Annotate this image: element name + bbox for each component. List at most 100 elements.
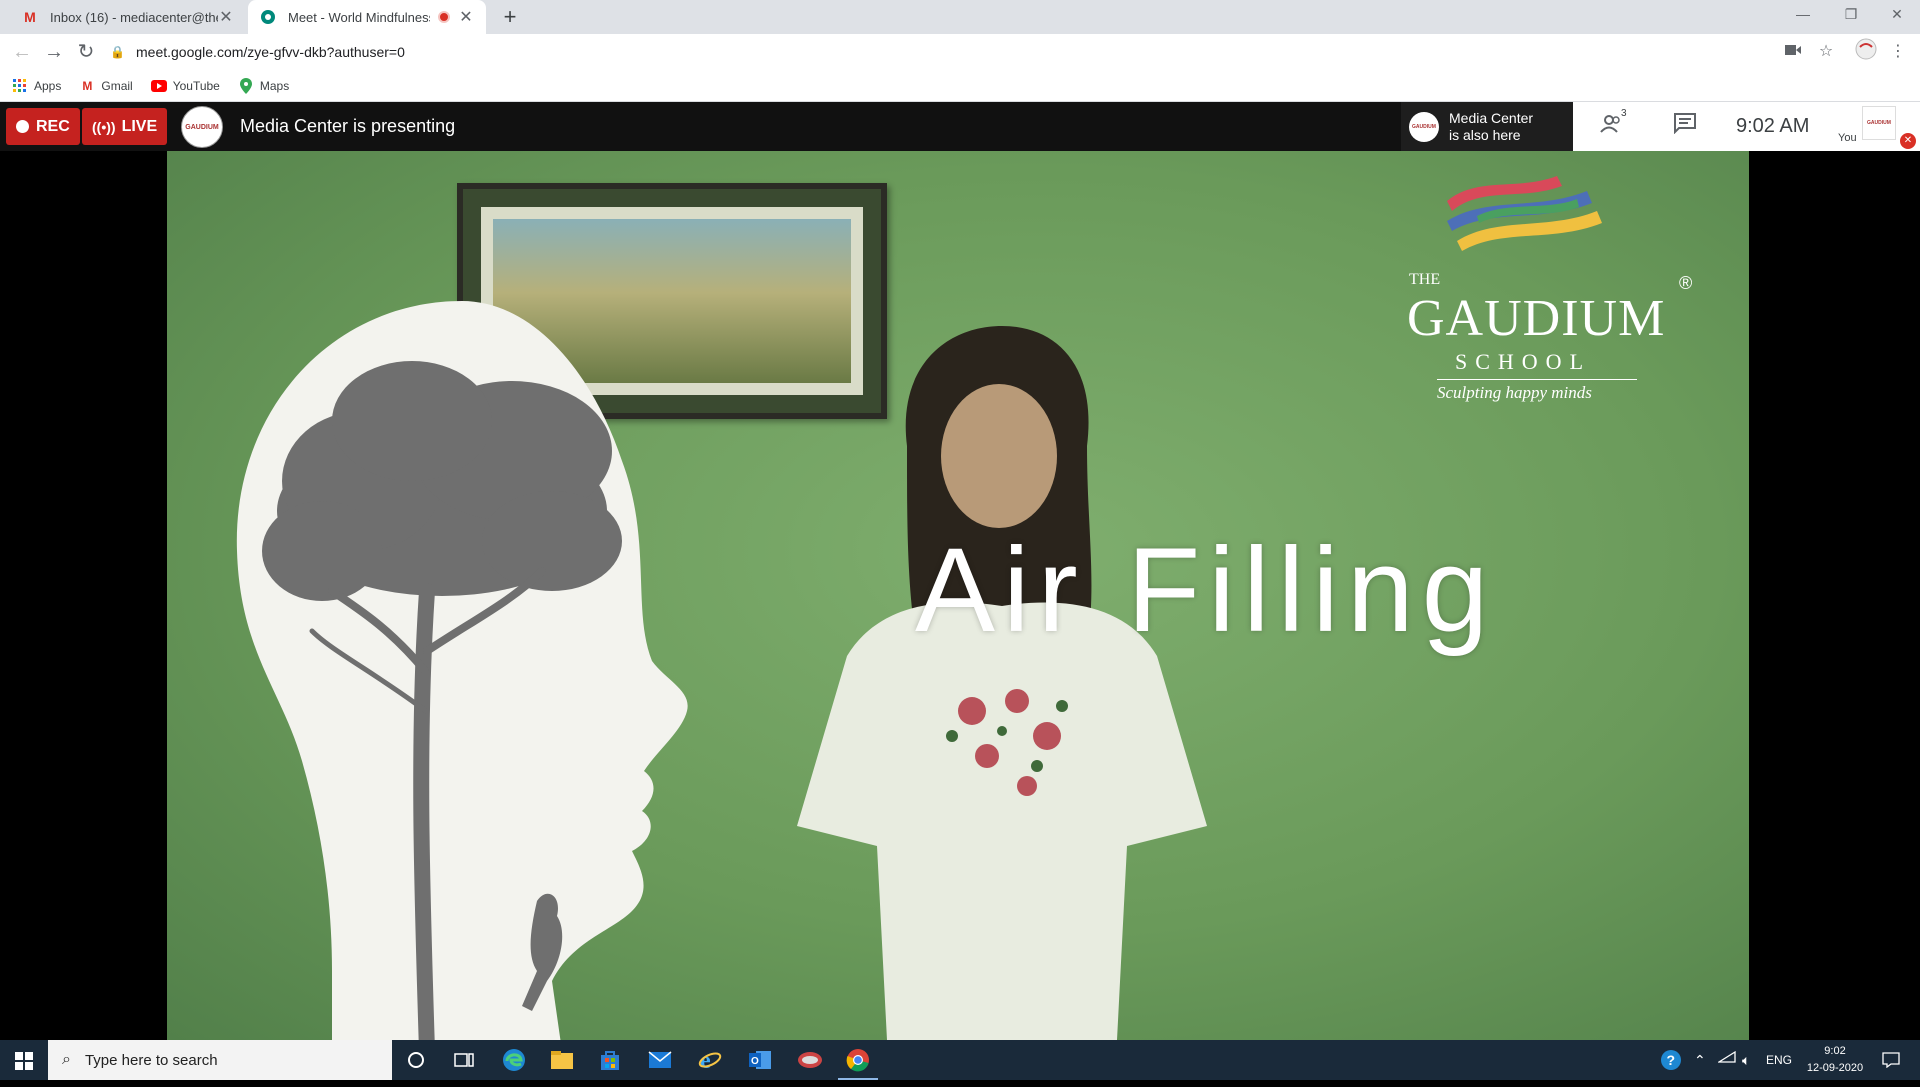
- chrome-icon[interactable]: [834, 1040, 882, 1080]
- browser-toolbar: ← → ↻ 🔒 meet.google.com/zye-gfvv-dkb?aut…: [0, 34, 1920, 70]
- logo-school: SCHOOL: [1455, 349, 1592, 374]
- lock-icon: 🔒: [110, 45, 125, 59]
- internet-explorer-icon[interactable]: e: [686, 1040, 734, 1080]
- outlook-icon[interactable]: O: [736, 1040, 784, 1080]
- live-button[interactable]: ((•)) LIVE: [82, 108, 168, 145]
- meet-top-bar: REC ((•)) LIVE GAUDIUM Media Center is p…: [0, 102, 1920, 151]
- help-icon[interactable]: ?: [1660, 1040, 1682, 1080]
- windows-logo-icon: [15, 1052, 33, 1070]
- logo-divider: [1437, 379, 1637, 380]
- task-view-icon[interactable]: [440, 1040, 488, 1080]
- logo-the: THE: [1409, 271, 1441, 288]
- school-logo: THE GAUDIUM ® SCHOOL Sculpting happy min…: [1397, 171, 1697, 402]
- cortana-icon[interactable]: [392, 1040, 440, 1080]
- bookmark-gmail[interactable]: M Gmail: [79, 78, 132, 94]
- windows-start-button[interactable]: [0, 1040, 48, 1080]
- camera-icon[interactable]: [1779, 38, 1807, 66]
- apps-grid-icon: [12, 78, 28, 94]
- logo-registered: ®: [1679, 273, 1693, 293]
- store-icon[interactable]: [586, 1040, 634, 1080]
- presentation-stage: Air Filling THE GAUDIUM ® SCHOOL Sculpti…: [0, 151, 1920, 1040]
- restore-button[interactable]: ❐: [1828, 0, 1874, 30]
- chat-button[interactable]: [1673, 112, 1697, 140]
- also-here-status: is also here: [1449, 126, 1521, 143]
- close-icon[interactable]: ✕: [458, 7, 474, 27]
- bookmark-label: Apps: [34, 78, 62, 93]
- record-dot-icon: [16, 120, 29, 133]
- recording-indicator-icon: [438, 11, 450, 23]
- self-view-thumbnail[interactable]: GAUDIUM: [1862, 106, 1896, 140]
- bookmark-youtube[interactable]: YouTube: [150, 78, 220, 94]
- participant-count: 3: [1621, 108, 1627, 119]
- taskbar-search-box[interactable]: ⌕ Type here to search: [48, 1040, 392, 1080]
- exercise-title-overlay: Air Filling: [915, 523, 1497, 657]
- logo-name: GAUDIUM: [1407, 290, 1666, 347]
- edge-icon[interactable]: [490, 1040, 538, 1080]
- presenter-avatar: GAUDIUM: [181, 106, 223, 148]
- youtube-icon: [150, 78, 167, 94]
- logo-stripes-icon: [1447, 176, 1602, 251]
- mindfulness-head-graphic: [236, 301, 688, 1040]
- meeting-clock: 9:02 AM: [1736, 115, 1810, 137]
- broadcast-icon: ((•)): [92, 118, 116, 135]
- also-here-notice[interactable]: GAUDIUM Media Center is also here: [1401, 102, 1573, 151]
- rec-button[interactable]: REC: [6, 108, 80, 145]
- address-bar[interactable]: 🔒 meet.google.com/zye-gfvv-dkb?authuser=…: [110, 37, 1830, 67]
- file-explorer-icon[interactable]: [538, 1040, 586, 1080]
- tab-title: Inbox (16) - mediacenter@thega: [50, 9, 218, 25]
- windows-taskbar: ⌕ Type here to search e O ? ⌃ 🔈︎ ENG 9:0…: [0, 1040, 1920, 1080]
- new-tab-button[interactable]: +: [496, 4, 524, 30]
- back-arrow-icon[interactable]: ←: [8, 38, 36, 66]
- svg-text:O: O: [751, 1056, 759, 1067]
- tab-title: Meet - World Mindfulness D: [288, 9, 430, 25]
- participant-avatar: GAUDIUM: [1409, 111, 1439, 142]
- language-indicator[interactable]: ENG: [1766, 1040, 1792, 1080]
- clock-time: 9:02: [1824, 1045, 1846, 1057]
- bookmark-label: Gmail: [101, 78, 133, 93]
- search-placeholder: Type here to search: [84, 1051, 218, 1069]
- profile-avatar[interactable]: [1852, 38, 1880, 66]
- snipping-tool-icon[interactable]: [786, 1040, 834, 1080]
- show-hidden-icons-icon[interactable]: ⌃: [1694, 1040, 1706, 1080]
- live-label: LIVE: [121, 117, 158, 135]
- notifications-icon[interactable]: [1882, 1040, 1900, 1080]
- also-here-name: Media Center: [1449, 109, 1534, 126]
- network-icon[interactable]: [1716, 1040, 1736, 1080]
- logo-tagline: Sculpting happy minds: [1437, 383, 1592, 402]
- people-button[interactable]: 3: [1599, 108, 1627, 142]
- more-menu-icon[interactable]: ⋮: [1884, 38, 1912, 66]
- gmail-icon: M: [82, 78, 93, 93]
- tab-gmail-inbox[interactable]: M Inbox (16) - mediacenter@thega ✕: [10, 0, 246, 34]
- close-icon[interactable]: ✕: [218, 7, 234, 27]
- browser-tab-strip: M Inbox (16) - mediacenter@thega ✕ Meet …: [0, 0, 1920, 34]
- tab-meet[interactable]: Meet - World Mindfulness D ✕: [248, 0, 486, 34]
- mail-icon[interactable]: [636, 1040, 684, 1080]
- avatar-text: GAUDIUM: [185, 123, 219, 131]
- star-icon[interactable]: ☆: [1812, 38, 1840, 66]
- avatar-text: GAUDIUM: [1412, 123, 1436, 130]
- clock-date: 12-09-2020: [1806, 1062, 1864, 1074]
- search-icon: ⌕: [62, 1051, 71, 1068]
- presenter-status: Media Center is presenting: [240, 116, 456, 136]
- self-label: You: [1838, 132, 1857, 144]
- bookmark-label: Maps: [259, 78, 290, 93]
- presenter-person-image: [797, 326, 1207, 1040]
- svg-text:?: ?: [1667, 1052, 1676, 1068]
- system-clock[interactable]: 9:02 12-09-2020: [1800, 1043, 1870, 1077]
- url-text: meet.google.com/zye-gfvv-dkb?authuser=0: [136, 44, 405, 60]
- gmail-icon: M: [24, 9, 36, 25]
- close-window-button[interactable]: ✕: [1874, 0, 1920, 30]
- maps-pin-icon: [238, 77, 254, 94]
- bookmark-label: YouTube: [172, 78, 220, 93]
- forward-arrow-icon[interactable]: →: [40, 38, 68, 66]
- avatar-text: GAUDIUM: [1867, 120, 1891, 126]
- reload-icon[interactable]: ↻: [72, 38, 100, 66]
- mic-muted-icon: ✕: [1900, 133, 1916, 149]
- minimize-button[interactable]: —: [1780, 0, 1826, 30]
- bookmark-apps[interactable]: Apps: [12, 78, 61, 94]
- rec-label: REC: [36, 117, 70, 135]
- presentation-video: Air Filling THE GAUDIUM ® SCHOOL Sculpti…: [167, 151, 1749, 1040]
- meet-icon: [260, 9, 276, 25]
- volume-icon[interactable]: 🔈︎: [1742, 1040, 1750, 1080]
- bookmark-maps[interactable]: Maps: [238, 77, 290, 94]
